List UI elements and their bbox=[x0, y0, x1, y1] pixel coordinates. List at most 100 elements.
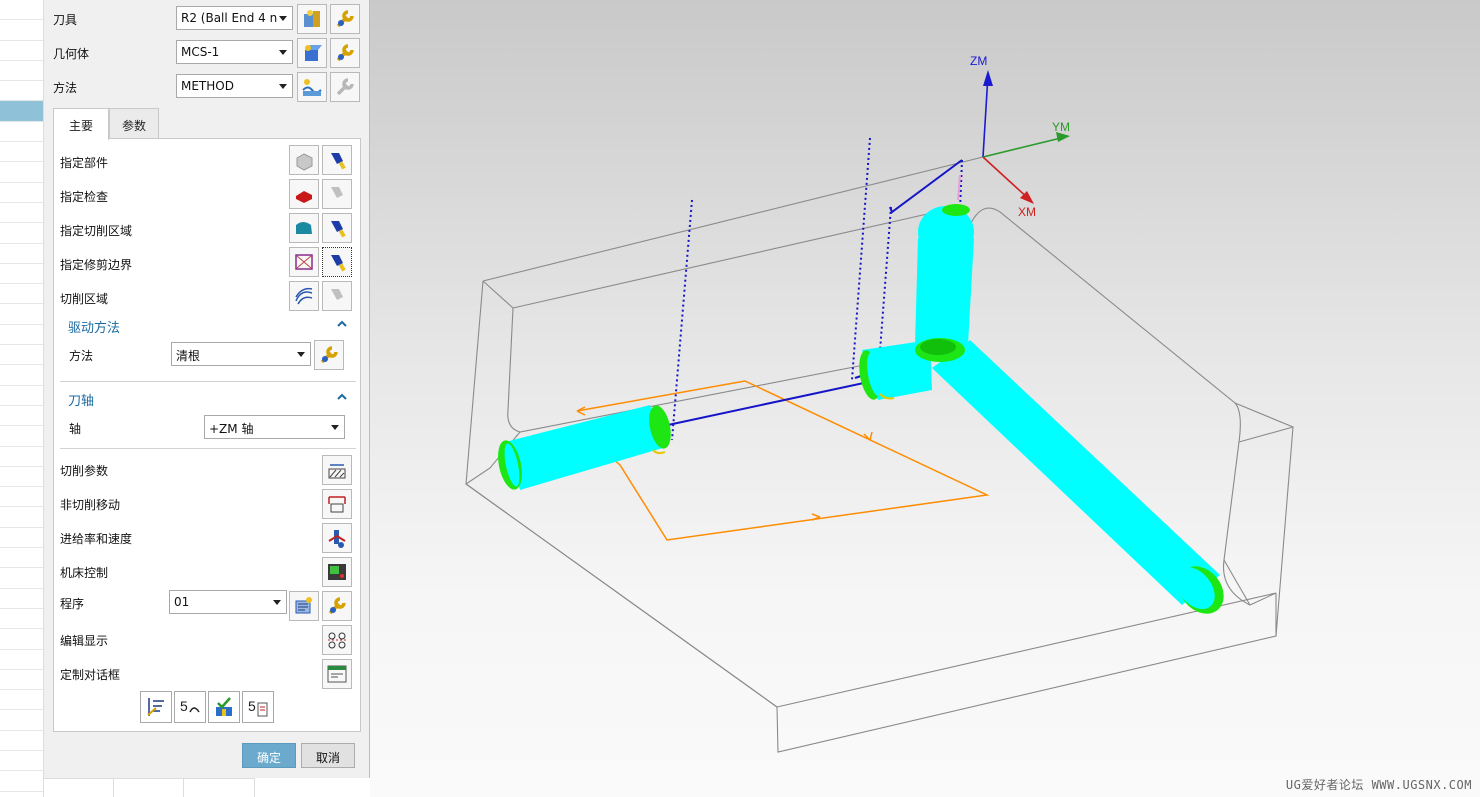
program-edit-button[interactable] bbox=[322, 591, 352, 621]
navigator-row[interactable] bbox=[0, 345, 43, 366]
tool-select[interactable]: R2 (Ball End 4 n bbox=[176, 6, 293, 30]
navigator-row[interactable] bbox=[0, 467, 43, 488]
collapse-caret-icon[interactable] bbox=[337, 319, 347, 329]
verify-button[interactable] bbox=[208, 691, 240, 723]
non-cut-moves-button[interactable] bbox=[322, 489, 352, 519]
navigator-row[interactable] bbox=[0, 589, 43, 609]
method-label: 方法 bbox=[53, 81, 78, 95]
navigator-row[interactable] bbox=[0, 142, 43, 163]
navigator-row[interactable] bbox=[0, 244, 43, 264]
navigator-row[interactable] bbox=[0, 0, 43, 21]
navigator-row[interactable] bbox=[0, 325, 43, 346]
navigator-row[interactable] bbox=[0, 650, 43, 670]
navigator-row[interactable] bbox=[0, 264, 43, 285]
specify-part-button[interactable] bbox=[289, 145, 319, 175]
navigator-row[interactable] bbox=[0, 81, 43, 102]
machine-control-label: 机床控制 bbox=[60, 566, 109, 580]
navigator-row[interactable] bbox=[0, 771, 43, 792]
drive-method-section-title: 驱动方法 bbox=[68, 321, 121, 336]
tool-edit-button[interactable] bbox=[330, 4, 360, 34]
generate-button[interactable] bbox=[140, 691, 172, 723]
custom-dialog-button[interactable] bbox=[322, 659, 352, 689]
geometry-select[interactable]: MCS-1 bbox=[176, 40, 293, 64]
navigator-row[interactable] bbox=[0, 162, 43, 183]
navigator-row[interactable] bbox=[0, 61, 43, 82]
part-cube-icon bbox=[296, 153, 313, 171]
chevron-down-icon bbox=[279, 50, 287, 55]
navigator-row[interactable] bbox=[0, 203, 43, 224]
navigator-row[interactable] bbox=[0, 548, 43, 569]
cut-region-button[interactable] bbox=[289, 281, 319, 311]
drive-method-edit-button[interactable] bbox=[314, 340, 344, 370]
navigator-row[interactable] bbox=[0, 20, 43, 41]
navigator-row[interactable] bbox=[0, 41, 43, 61]
navigator-row[interactable] bbox=[0, 122, 43, 143]
specify-cut-area-label: 指定切削区域 bbox=[60, 224, 133, 238]
navigator-row[interactable] bbox=[0, 183, 43, 203]
tab-parameters[interactable]: 参数 bbox=[109, 108, 159, 139]
navigator-row[interactable] bbox=[0, 670, 43, 691]
ok-button[interactable]: 确定 bbox=[242, 743, 296, 768]
cut-params-button[interactable] bbox=[322, 455, 352, 485]
chevron-down-icon bbox=[279, 16, 287, 21]
navigator-row[interactable] bbox=[0, 710, 43, 731]
specify-trim-boundary-button[interactable] bbox=[289, 247, 319, 277]
navigator-row[interactable] bbox=[0, 731, 43, 751]
display-part-button[interactable] bbox=[322, 145, 352, 175]
tool-new-button[interactable] bbox=[297, 4, 327, 34]
geometry-new-button[interactable] bbox=[297, 38, 327, 68]
navigator-row[interactable] bbox=[0, 629, 43, 650]
list-button[interactable]: 5 bbox=[242, 691, 274, 723]
navigator-row[interactable] bbox=[0, 487, 43, 508]
navigator-row[interactable] bbox=[0, 101, 43, 122]
verify-icon bbox=[216, 697, 232, 716]
machine-control-button[interactable] bbox=[322, 557, 352, 587]
navigator-row[interactable] bbox=[0, 568, 43, 589]
geometry-edit-button[interactable] bbox=[330, 38, 360, 68]
navigator-row[interactable] bbox=[0, 528, 43, 549]
navigator-row[interactable] bbox=[0, 609, 43, 630]
navigator-row[interactable] bbox=[0, 386, 43, 406]
main-tab-panel: 指定部件 指定检查 指定切削区域 指定修剪边界 切削区域 驱动方法 方法 清根 … bbox=[53, 138, 361, 732]
svg-text:5: 5 bbox=[248, 698, 256, 714]
cancel-button[interactable]: 取消 bbox=[301, 743, 355, 768]
display-cut-area-button[interactable] bbox=[322, 213, 352, 243]
specify-check-button[interactable] bbox=[289, 179, 319, 209]
axis-select[interactable]: +ZM 轴 bbox=[204, 415, 345, 439]
navigator-row[interactable] bbox=[0, 507, 43, 528]
flashlight-icon bbox=[331, 221, 346, 238]
program-select[interactable]: 01 bbox=[169, 590, 287, 614]
program-new-button[interactable] bbox=[289, 591, 319, 621]
feeds-speeds-button[interactable] bbox=[322, 523, 352, 553]
collapse-caret-icon[interactable] bbox=[337, 392, 347, 402]
navigator-row[interactable] bbox=[0, 426, 43, 447]
navigator-row[interactable] bbox=[0, 406, 43, 427]
graphics-viewport[interactable]: ZM YM XM UG爱好者论坛 WWW.UGSNX.COM bbox=[370, 0, 1480, 797]
cut-params-label: 切削参数 bbox=[60, 464, 109, 478]
axis-value: +ZM 轴 bbox=[209, 422, 254, 436]
chevron-down-icon bbox=[297, 352, 305, 357]
wrench-icon bbox=[336, 44, 354, 62]
navigator-row[interactable] bbox=[0, 304, 43, 325]
navigator-row[interactable] bbox=[0, 447, 43, 467]
replay-button[interactable]: 5 bbox=[174, 691, 206, 723]
navigator-row[interactable] bbox=[0, 751, 43, 772]
flashlight-icon bbox=[331, 289, 343, 300]
specify-cut-area-button[interactable] bbox=[289, 213, 319, 243]
ym-axis-label: YM bbox=[1052, 120, 1070, 134]
navigator-row[interactable] bbox=[0, 690, 43, 711]
tool-axis-section-title: 刀轴 bbox=[68, 394, 95, 409]
method-new-button[interactable] bbox=[297, 72, 327, 102]
edit-display-button[interactable] bbox=[322, 625, 352, 655]
tab-main[interactable]: 主要 bbox=[53, 108, 109, 140]
navigator-row[interactable] bbox=[0, 365, 43, 386]
drive-method-select[interactable]: 清根 bbox=[171, 342, 311, 366]
method-select[interactable]: METHOD bbox=[176, 74, 293, 98]
navigator-row[interactable] bbox=[0, 223, 43, 244]
method-edit-button bbox=[330, 72, 360, 102]
geometry-select-value: MCS-1 bbox=[181, 45, 220, 59]
display-trim-boundary-button[interactable] bbox=[322, 247, 352, 277]
navigator-row[interactable] bbox=[0, 284, 43, 305]
cut-region-label: 切削区域 bbox=[60, 292, 109, 306]
feeds-speeds-label: 进给率和速度 bbox=[60, 532, 133, 546]
